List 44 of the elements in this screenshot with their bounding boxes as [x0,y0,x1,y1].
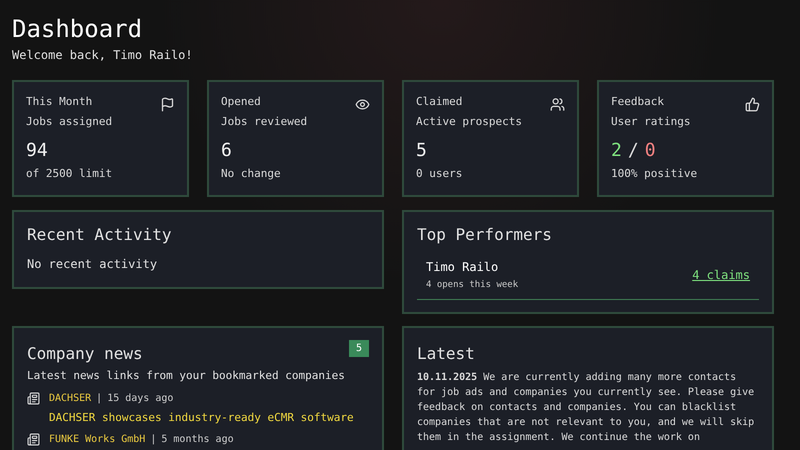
news-headline[interactable]: DACHSER showcases industry-ready eCMR software [49,410,354,426]
stat-value: 6 [221,140,233,162]
users-icon [550,97,565,112]
separator: / [628,140,639,162]
stat-value: 94 [26,140,49,162]
stat-note: 100% positive [611,166,698,182]
news-age: 5 months ago [161,433,234,447]
card-title: Latest [417,343,476,365]
stat-period: This Month [26,94,94,110]
page-title: Dashboard [12,14,144,44]
empty-text: No recent activity [27,256,158,272]
stat-label: Active prospects [416,114,522,130]
positive-count: 2 [611,140,622,162]
count-badge: 5 [348,340,369,357]
latest-text: 10.11.2025 We are currently adding many more contacts for job ads and companies you currently see. Please give feedback on contacts and companies. You can blacklist companies that are not relevant to you, and we will skip them in the assignment. We continue the work on [417,371,756,445]
news-company: DACHSER [49,392,92,406]
stat-note: of 2500 limit [26,166,114,182]
eye-icon [355,97,370,112]
news-age: 15 days ago [107,392,174,406]
card-title: Recent Activity [27,224,172,246]
separator: | [96,392,102,406]
stat-label: Jobs reviewed [221,114,308,130]
stat-value: 5 [416,140,428,162]
stat-period: Opened [221,94,262,110]
card-title: Company news [27,343,143,365]
welcome-text: Welcome back, Timo Railo! [12,47,194,64]
stat-note: No change [221,166,282,182]
stat-period: Feedback [611,94,665,110]
stat-label: Jobs assigned [26,114,112,130]
card-subtitle: Latest news links from your bookmarked companies [27,368,346,384]
news-company: FUNKE Works GmbH [49,433,146,447]
claims-link[interactable]: 4 claims [692,266,750,284]
newspaper-icon [27,392,40,404]
newspaper-icon [27,433,40,446]
thumbs-up-icon [745,97,760,112]
performer-name: Timo Railo [426,258,500,276]
stat-label: User ratings [611,114,690,130]
separator: | [150,433,156,447]
negative-count: 0 [644,140,656,162]
stat-period: Claimed [416,94,464,110]
card-title: Top Performers [417,224,553,246]
flag-icon [160,97,175,112]
performer-detail: 4 opens this week [426,278,518,292]
stat-note: 0 users [416,166,464,182]
